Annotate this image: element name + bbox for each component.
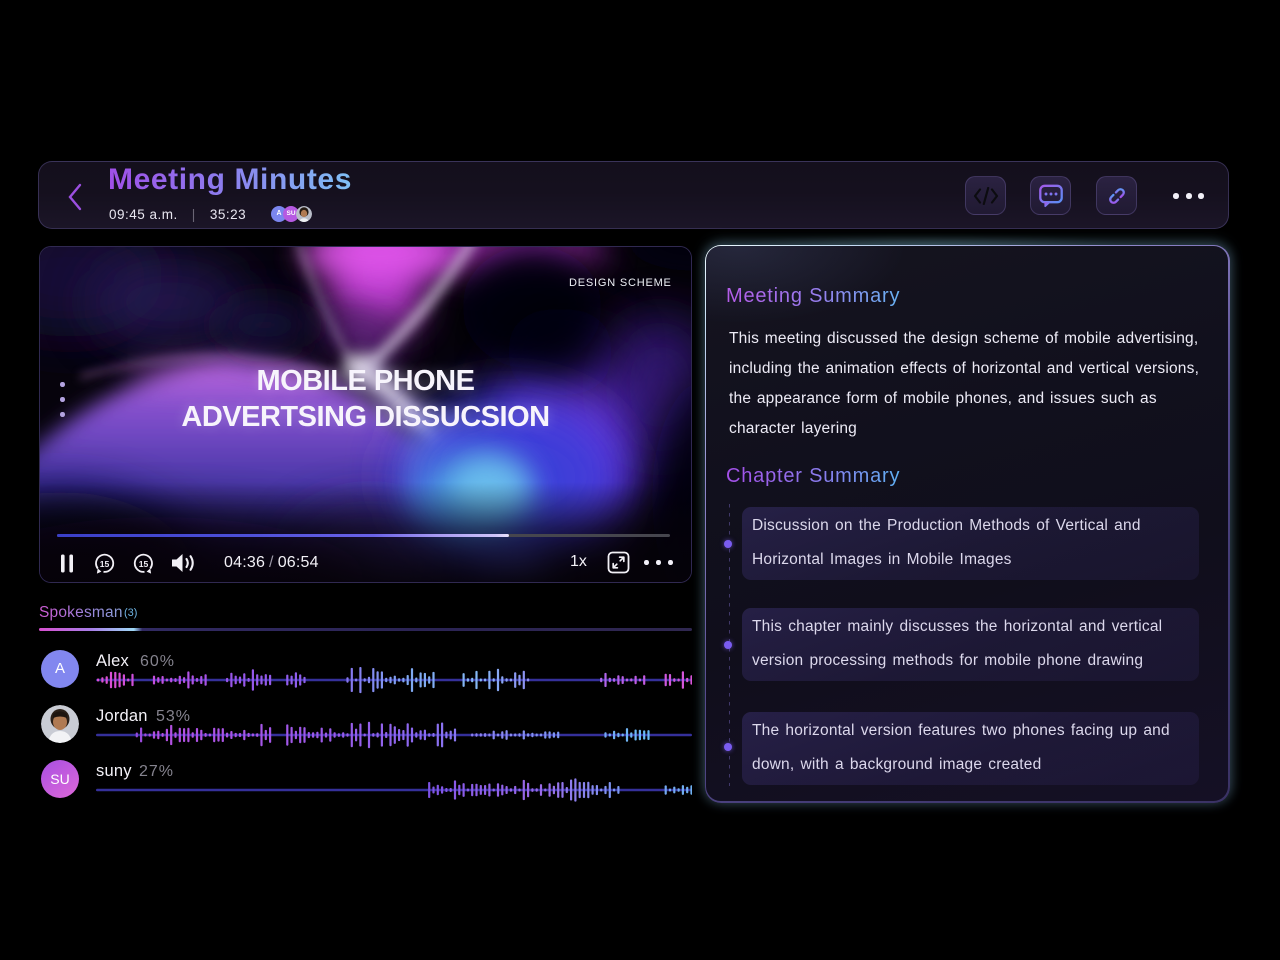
svg-text:15: 15: [100, 559, 110, 569]
svg-text:15: 15: [139, 559, 149, 569]
